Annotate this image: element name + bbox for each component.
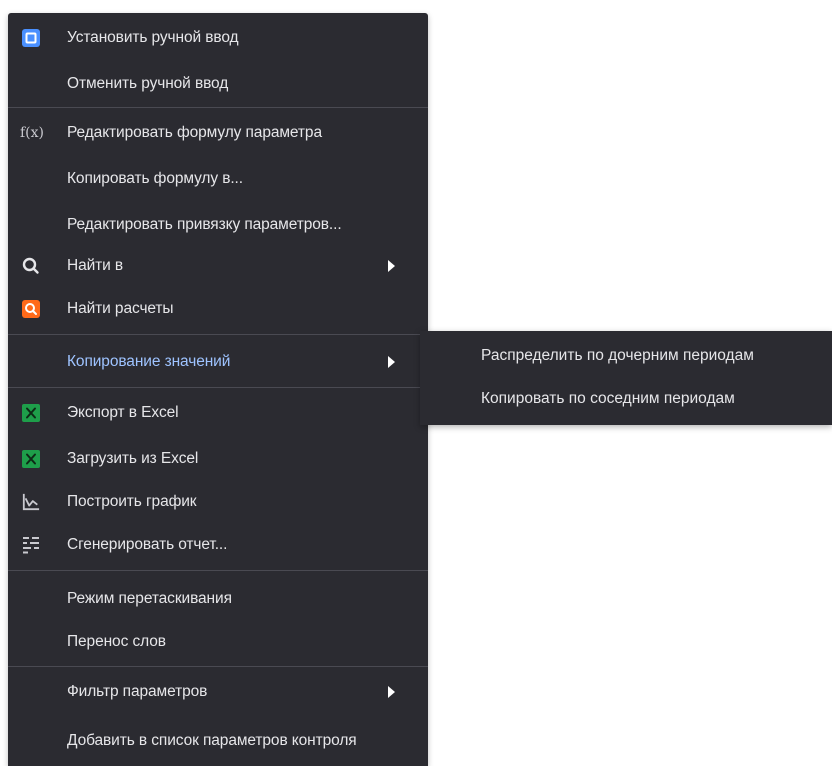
menu-divider — [8, 387, 428, 388]
submenu-item-label: Распределить по дочерним периодам — [481, 347, 754, 364]
menu-item-copy-values[interactable]: Копирование значений — [8, 339, 428, 385]
menu-item-export-excel[interactable]: Экспорт в Excel — [8, 390, 428, 436]
menu-divider — [8, 570, 428, 571]
chart-icon — [22, 493, 40, 511]
menu-item-label: Фильтр параметров — [67, 683, 208, 700]
menu-item-label: Экспорт в Excel — [67, 404, 179, 421]
menu-item-label: Редактировать привязку параметров... — [67, 216, 342, 233]
menu-item-label: Сгенерировать отчет... — [67, 536, 228, 553]
menu-item-add-to-control-list[interactable]: Добавить в список параметров контроля — [8, 717, 428, 765]
menu-item-drag-mode[interactable]: Режим перетаскивания — [8, 576, 428, 622]
submenu-item-label: Копировать по соседним периодам — [481, 390, 735, 407]
menu-item-label: Добавить в список параметров контроля — [67, 732, 357, 749]
menu-item-generate-report[interactable]: Сгенерировать отчет... — [8, 522, 428, 568]
submenu-arrow-icon — [388, 356, 395, 368]
menu-item-label: Режим перетаскивания — [67, 590, 232, 607]
menu-item-build-chart[interactable]: Построить график — [8, 479, 428, 525]
function-icon: f(x) — [20, 125, 45, 141]
menu-item-label: Копирование значений — [67, 353, 231, 370]
menu-divider — [8, 107, 428, 108]
menu-item-copy-formula[interactable]: Копировать формулу в... — [8, 156, 428, 202]
excel-icon — [22, 404, 40, 422]
menu-item-find-in[interactable]: Найти в — [8, 243, 428, 289]
menu-item-find-calculations[interactable]: Найти расчеты — [8, 286, 428, 332]
menu-item-cancel-manual-input[interactable]: Отменить ручной ввод — [8, 61, 428, 107]
menu-item-label: Перенос слов — [67, 633, 166, 650]
submenu-item-copy-adjacent-periods[interactable]: Копировать по соседним периодам — [420, 376, 832, 422]
menu-item-label: Редактировать формулу параметра — [67, 124, 322, 141]
manual-input-icon — [22, 29, 40, 47]
excel-icon — [22, 450, 40, 468]
report-icon — [22, 536, 40, 554]
menu-item-parameter-filter[interactable]: Фильтр параметров — [8, 669, 428, 715]
context-menu: Установить ручной ввод Отменить ручной в… — [8, 13, 428, 766]
menu-item-import-excel[interactable]: Загрузить из Excel — [8, 436, 428, 482]
menu-divider — [8, 666, 428, 667]
menu-item-label: Копировать формулу в... — [67, 170, 243, 187]
menu-item-label: Загрузить из Excel — [67, 450, 199, 467]
submenu-arrow-icon — [388, 260, 395, 272]
menu-item-label: Отменить ручной ввод — [67, 75, 229, 92]
menu-divider — [8, 334, 428, 335]
submenu-arrow-icon — [388, 686, 395, 698]
menu-item-label: Построить график — [67, 493, 197, 510]
menu-item-edit-formula[interactable]: f(x) Редактировать формулу параметра — [8, 110, 428, 156]
copy-values-submenu: Распределить по дочерним периодам Копиро… — [420, 331, 832, 425]
submenu-item-distribute-child-periods[interactable]: Распределить по дочерним периодам — [420, 333, 832, 379]
menu-item-label: Найти расчеты — [67, 300, 174, 317]
search-calc-icon — [22, 300, 40, 318]
menu-item-set-manual-input[interactable]: Установить ручной ввод — [8, 15, 428, 61]
search-icon — [22, 257, 40, 275]
menu-item-label: Установить ручной ввод — [67, 29, 239, 46]
menu-item-word-wrap[interactable]: Перенос слов — [8, 619, 428, 665]
menu-item-label: Найти в — [67, 257, 124, 274]
menu-item-edit-binding[interactable]: Редактировать привязку параметров... — [8, 202, 428, 248]
